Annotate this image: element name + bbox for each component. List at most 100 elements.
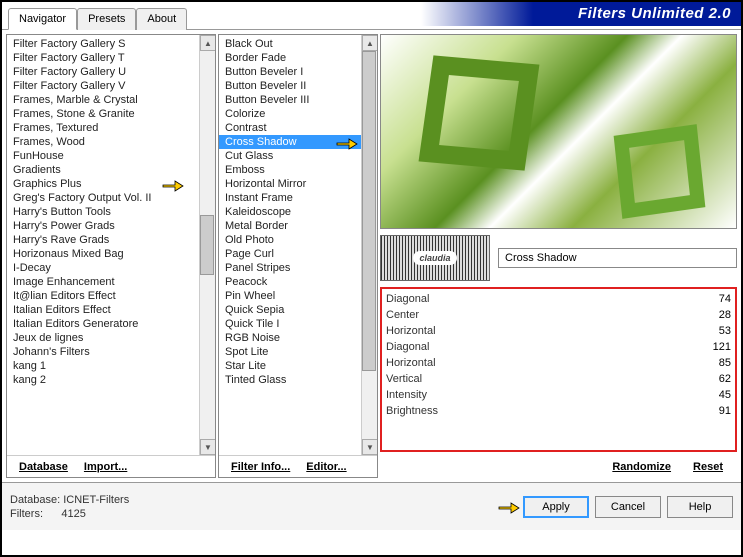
filter-item[interactable]: Black Out	[219, 37, 377, 51]
app-title: Filters Unlimited 2.0	[421, 2, 741, 26]
category-item[interactable]: Gradients	[7, 163, 215, 177]
category-item[interactable]: Italian Editors Effect	[7, 303, 215, 317]
category-item[interactable]: Greg's Factory Output Vol. II	[7, 191, 215, 205]
reset-button[interactable]: Reset	[687, 459, 729, 475]
filter-item[interactable]: Colorize	[219, 107, 377, 121]
apply-button[interactable]: Apply	[523, 496, 589, 518]
scroll-up-icon[interactable]: ▲	[200, 35, 215, 51]
author-logo: claudia	[380, 235, 490, 281]
category-item[interactable]: Frames, Stone & Granite	[7, 107, 215, 121]
pointing-hand-icon	[497, 498, 521, 516]
filter-item[interactable]: Quick Sepia	[219, 303, 377, 317]
param-label: Horizontal	[386, 325, 436, 337]
scroll-up-icon[interactable]: ▲	[362, 35, 377, 51]
footer-info: Database: ICNET-Filters Filters: 4125	[10, 493, 129, 521]
filter-item[interactable]: Button Beveler I	[219, 65, 377, 79]
filter-list: Black OutBorder FadeButton Beveler IButt…	[219, 35, 377, 455]
param-row[interactable]: Diagonal74	[386, 291, 731, 307]
tab-navigator[interactable]: Navigator	[8, 8, 77, 30]
filter-item[interactable]: Cross Shadow	[219, 135, 377, 149]
filter-name-display: Cross Shadow	[498, 248, 737, 268]
category-item[interactable]: Italian Editors Generatore	[7, 317, 215, 331]
category-item[interactable]: Graphics Plus	[7, 177, 215, 191]
category-scrollbar[interactable]: ▲ ▼	[199, 35, 215, 455]
category-item[interactable]: Harry's Button Tools	[7, 205, 215, 219]
category-item[interactable]: kang 2	[7, 373, 215, 387]
randomize-button[interactable]: Randomize	[606, 459, 677, 475]
scroll-thumb[interactable]	[200, 215, 214, 275]
param-label: Intensity	[386, 389, 427, 401]
filter-item[interactable]: RGB Noise	[219, 331, 377, 345]
param-row[interactable]: Brightness 91	[386, 403, 731, 419]
category-item[interactable]: Filter Factory Gallery U	[7, 65, 215, 79]
preview-panel: claudia Cross Shadow Diagonal74Center28H…	[380, 34, 737, 478]
tab-about[interactable]: About	[136, 8, 187, 30]
param-row[interactable]: Horizontal 85	[386, 355, 731, 371]
cancel-button[interactable]: Cancel	[595, 496, 661, 518]
filter-item[interactable]: Peacock	[219, 275, 377, 289]
tab-presets[interactable]: Presets	[77, 8, 136, 30]
filter-item[interactable]: Horizontal Mirror	[219, 177, 377, 191]
filter-item[interactable]: Tinted Glass	[219, 373, 377, 387]
filter-item[interactable]: Button Beveler III	[219, 93, 377, 107]
import-button[interactable]: Import...	[78, 459, 133, 475]
category-item[interactable]: Filter Factory Gallery S	[7, 37, 215, 51]
database-button[interactable]: Database	[13, 459, 74, 475]
filter-item[interactable]: Button Beveler II	[219, 79, 377, 93]
filter-info-button[interactable]: Filter Info...	[225, 459, 296, 475]
category-list: Filter Factory Gallery SFilter Factory G…	[7, 35, 215, 455]
editor-button[interactable]: Editor...	[300, 459, 352, 475]
category-item[interactable]: It@lian Editors Effect	[7, 289, 215, 303]
param-row[interactable]: Diagonal 121	[386, 339, 731, 355]
help-button[interactable]: Help	[667, 496, 733, 518]
filter-item[interactable]: Kaleidoscope	[219, 205, 377, 219]
filter-panel: Black OutBorder FadeButton Beveler IButt…	[218, 34, 378, 478]
category-item[interactable]: Horizonaus Mixed Bag	[7, 247, 215, 261]
category-item[interactable]: kang 1	[7, 359, 215, 373]
category-item[interactable]: Harry's Power Grads	[7, 219, 215, 233]
category-item[interactable]: Filter Factory Gallery V	[7, 79, 215, 93]
filter-item[interactable]: Border Fade	[219, 51, 377, 65]
filter-item[interactable]: Star Lite	[219, 359, 377, 373]
category-item[interactable]: Frames, Textured	[7, 121, 215, 135]
scroll-down-icon[interactable]: ▼	[362, 439, 377, 455]
param-value: 91	[719, 405, 731, 417]
preview-image	[380, 34, 737, 229]
param-label: Vertical	[386, 373, 422, 385]
category-item[interactable]: Harry's Rave Grads	[7, 233, 215, 247]
filter-item[interactable]: Emboss	[219, 163, 377, 177]
filter-item[interactable]: Pin Wheel	[219, 289, 377, 303]
param-row[interactable]: Horizontal53	[386, 323, 731, 339]
param-label: Center	[386, 309, 419, 321]
category-item[interactable]: FunHouse	[7, 149, 215, 163]
filter-scrollbar[interactable]: ▲ ▼	[361, 35, 377, 455]
filter-item[interactable]: Contrast	[219, 121, 377, 135]
category-item[interactable]: Frames, Marble & Crystal	[7, 93, 215, 107]
filter-item[interactable]: Page Curl	[219, 247, 377, 261]
filter-item[interactable]: Metal Border	[219, 219, 377, 233]
filter-item[interactable]: Spot Lite	[219, 345, 377, 359]
category-panel: Filter Factory Gallery SFilter Factory G…	[6, 34, 216, 478]
category-item[interactable]: Jeux de lignes	[7, 331, 215, 345]
param-label: Brightness	[386, 405, 438, 417]
category-item[interactable]: Frames, Wood	[7, 135, 215, 149]
filter-item[interactable]: Quick Tile I	[219, 317, 377, 331]
param-value: 62	[719, 373, 731, 385]
filter-item[interactable]: Panel Stripes	[219, 261, 377, 275]
param-value: 121	[713, 341, 731, 353]
param-row[interactable]: Vertical 62	[386, 371, 731, 387]
category-item[interactable]: Filter Factory Gallery T	[7, 51, 215, 65]
scroll-thumb[interactable]	[362, 51, 376, 371]
param-value: 85	[719, 357, 731, 369]
filter-item[interactable]: Instant Frame	[219, 191, 377, 205]
filter-item[interactable]: Cut Glass	[219, 149, 377, 163]
param-label: Diagonal	[386, 341, 429, 353]
param-row[interactable]: Intensity45	[386, 387, 731, 403]
category-item[interactable]: Johann's Filters	[7, 345, 215, 359]
category-item[interactable]: I-Decay	[7, 261, 215, 275]
param-label: Horizontal	[386, 357, 436, 369]
scroll-down-icon[interactable]: ▼	[200, 439, 215, 455]
category-item[interactable]: Image Enhancement	[7, 275, 215, 289]
param-row[interactable]: Center28	[386, 307, 731, 323]
filter-item[interactable]: Old Photo	[219, 233, 377, 247]
